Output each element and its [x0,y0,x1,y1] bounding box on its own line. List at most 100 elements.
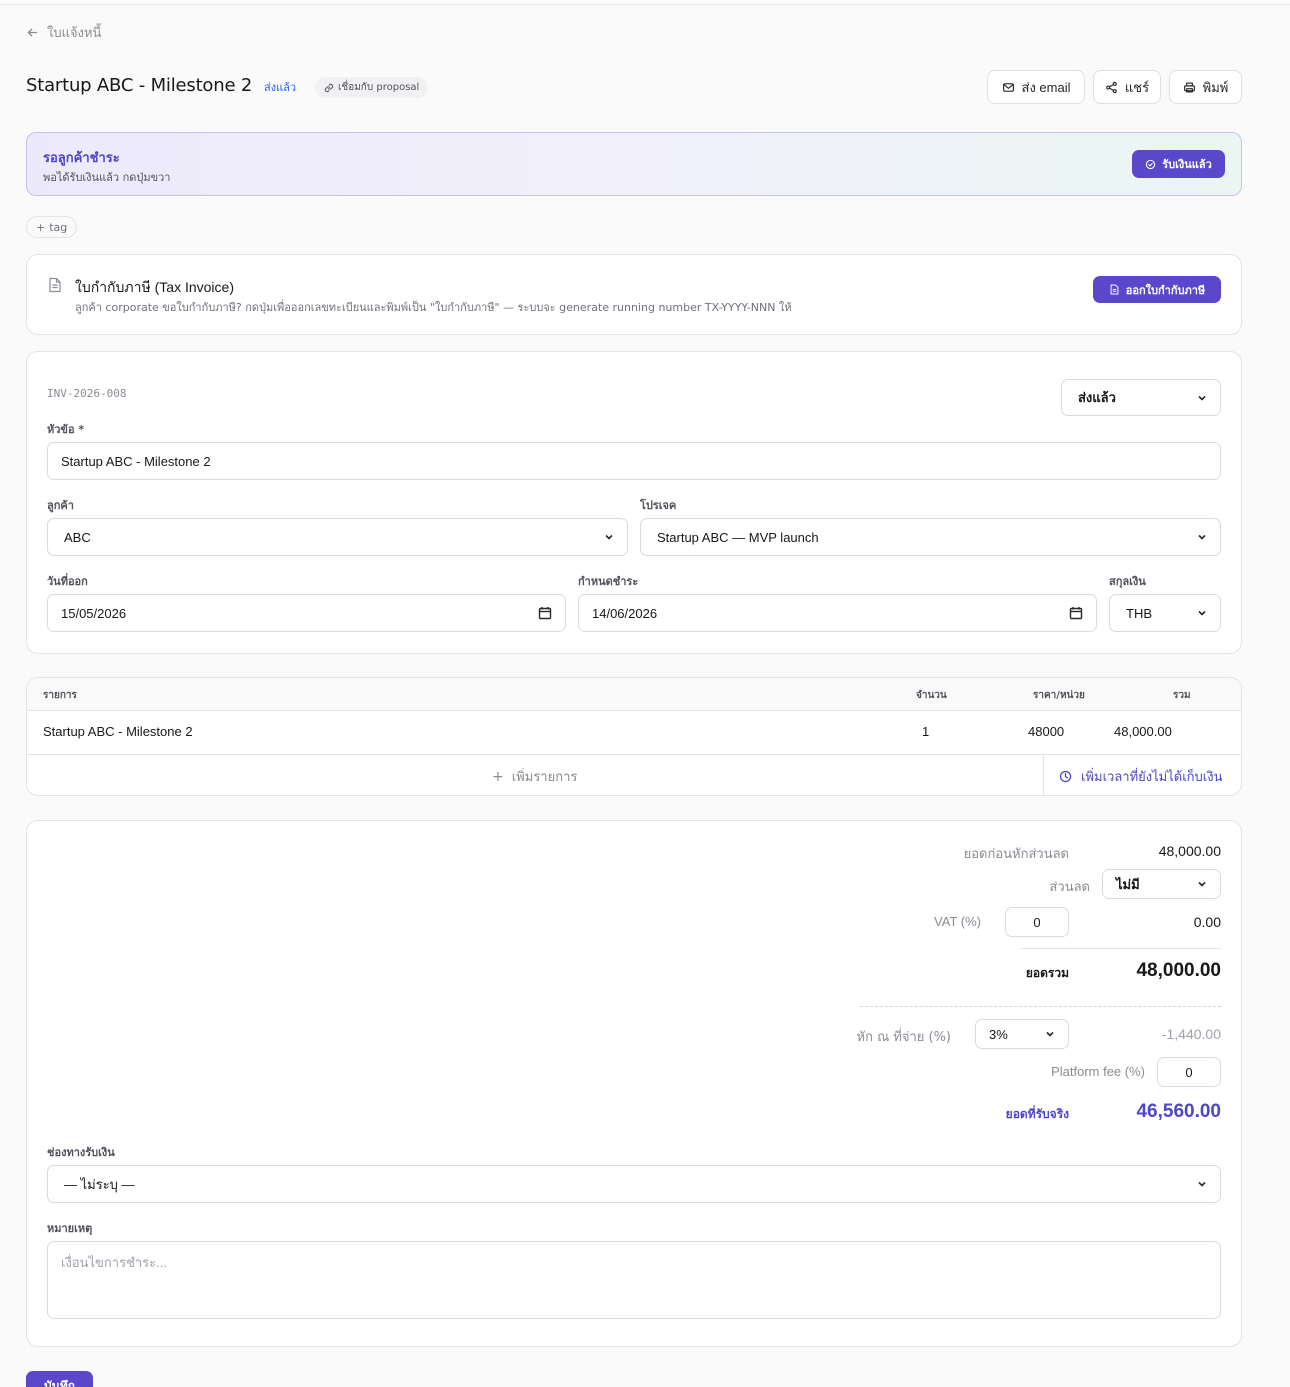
issue-date-label: วันที่ออก [47,575,88,588]
status-select[interactable]: ส่งแล้ว [1061,379,1221,416]
withholding-divider [860,1006,1221,1007]
add-item-button[interactable]: + เพิ่มรายการ [492,766,577,787]
platform-fee-input[interactable]: 0 [1157,1057,1221,1087]
currency-label: สกุลเงิน [1109,575,1146,588]
mail-icon [1002,82,1014,92]
add-unbilled-time-button[interactable]: เพิ่มเวลาที่ยังไม่ได้เก็บเงิน [1059,766,1222,787]
subtotal-label: ยอดก่อนหักส่วนลด [963,847,1069,862]
save-label: บันทึก [44,1379,75,1387]
arrow-left-icon [27,28,38,36]
share-icon [1106,81,1117,93]
calendar-icon[interactable] [538,606,552,620]
invoice-number: INV-2026-008 [47,387,127,400]
add-tag-button[interactable]: + tag [26,216,78,238]
calendar-icon[interactable] [1069,606,1083,620]
discount-label: ส่วนลด [1049,880,1090,895]
share-label: แชร์ [1124,79,1150,95]
net-received-label: ยอดที่รับจริง [1005,1107,1069,1121]
issue-tax-invoice-button[interactable]: ออกใบกำกับภาษี [1093,276,1221,303]
discount-select[interactable]: ไม่มี [1102,869,1221,899]
share-button[interactable]: แชร์ [1093,70,1161,104]
link-icon [324,83,334,92]
chevron-down-icon [1198,881,1206,887]
back-label: ใบแจ้งหนี้ [47,25,102,41]
customer-label: ลูกค้า [47,499,74,512]
note-placeholder: เงื่อนไขการชำระ... [61,1255,167,1270]
customer-select[interactable]: ABC [47,518,628,556]
issue-date-value: 15/05/2026 [61,605,127,621]
net-received-value: 46,560.00 [1136,1101,1221,1122]
add-unbilled-time-label: เพิ่มเวลาที่ยังไม่ได้เก็บเงิน [1081,770,1223,785]
discount-value: ไม่มี [1116,876,1140,892]
banner-subtext: พอได้รับเงินแล้ว กดปุ่มขวา [43,171,171,184]
status-select-value: ส่งแล้ว [1078,390,1116,405]
col-header-item: รายการ [43,690,77,701]
add-item-label: เพิ่มรายการ [511,770,578,785]
issue-tax-invoice-label: ออกใบกำกับภาษี [1125,283,1206,297]
vat-input[interactable]: 0 [1005,907,1069,937]
status-badge: ส่งแล้ว [264,81,297,94]
issue-date-input[interactable]: 15/05/2026 [47,594,566,632]
subject-input[interactable]: Startup ABC - Milestone 2 [47,442,1221,480]
chevron-down-icon [1198,534,1206,540]
project-value: Startup ABC — MVP launch [657,529,819,545]
payment-channel-value: — ไม่ระบุ — [64,1176,135,1192]
tax-invoice-title: ใบกำกับภาษี (Tax Invoice) [75,279,234,295]
payment-channel-select[interactable]: — ไม่ระบุ — [47,1165,1221,1203]
check-circle-icon [1146,159,1156,169]
note-textarea[interactable]: เงื่อนไขการชำระ... [47,1241,1221,1319]
plus-icon: + [36,220,46,234]
vat-label: VAT (%) [934,914,981,929]
linked-proposal-badge[interactable]: เชื่อมกับ proposal [315,77,429,98]
item-qty-cell[interactable]: 1 [922,724,929,739]
item-name-cell[interactable]: Startup ABC - Milestone 2 [43,724,193,739]
banner-heading: รอลูกค้าชำระ [43,151,120,166]
platform-fee-value: 0 [1185,1064,1193,1080]
print-label: พิมพ์ [1202,79,1229,95]
save-button[interactable]: บันทึก [26,1371,93,1387]
customer-value: ABC [64,529,91,545]
chevron-down-icon [1198,610,1206,616]
total-divider [1021,948,1221,949]
payment-channel-label: ช่องทางรับเงิน [47,1146,115,1159]
payment-status-banner: รอลูกค้าชำระ พอได้รับเงินแล้ว กดปุ่มขวา … [26,132,1242,196]
chevron-down-icon [1198,1181,1206,1187]
project-select[interactable]: Startup ABC — MVP launch [640,518,1221,556]
linked-proposal-label: เชื่อมกับ proposal [338,82,420,93]
withholding-amount: -1,440.00 [1161,1026,1221,1042]
col-header-qty: จำนวน [916,690,947,701]
document-icon [1110,284,1119,295]
due-date-input[interactable]: 14/06/2026 [578,594,1097,632]
withholding-select[interactable]: 3% [975,1019,1069,1049]
print-button[interactable]: พิมพ์ [1169,70,1242,104]
total-value: 48,000.00 [1136,960,1221,981]
item-price-cell[interactable]: 48000 [1028,724,1064,739]
send-email-button[interactable]: ส่ง email [987,70,1085,104]
mark-paid-label: รับเงินแล้ว [1162,158,1212,171]
subject-label: หัวข้อ * [47,423,85,436]
platform-fee-label: Platform fee (%) [1051,1064,1145,1079]
vat-input-value: 0 [1033,914,1041,930]
table-divider [27,754,1241,755]
withholding-value: 3% [989,1026,1008,1042]
clock-icon [1059,770,1072,783]
item-total-cell: 48,000.00 [1114,724,1172,739]
currency-value: THB [1126,605,1152,621]
document-icon [49,277,61,293]
subtotal-value: 48,000.00 [1158,843,1221,859]
due-date-value: 14/06/2026 [592,605,658,621]
footer-divider [1043,755,1044,795]
total-label: ยอดรวม [1025,966,1069,980]
top-divider [0,4,1290,5]
vat-amount: 0.00 [1193,914,1221,930]
back-link[interactable]: ใบแจ้งหนี้ [26,22,101,42]
subject-value: Startup ABC - Milestone 2 [61,453,211,469]
tax-invoice-description: ลูกค้า corporate ขอใบกำกับภาษี? กดปุ่มเพ… [75,301,792,314]
mark-paid-button[interactable]: รับเงินแล้ว [1132,150,1225,178]
chevron-down-icon [1198,395,1206,401]
currency-select[interactable]: THB [1109,594,1221,632]
send-email-label: ส่ง email [1021,79,1071,95]
note-label: หมายเหตุ [47,1222,93,1235]
col-header-price: ราคา/หน่วย [1033,690,1085,701]
printer-icon [1183,81,1195,93]
